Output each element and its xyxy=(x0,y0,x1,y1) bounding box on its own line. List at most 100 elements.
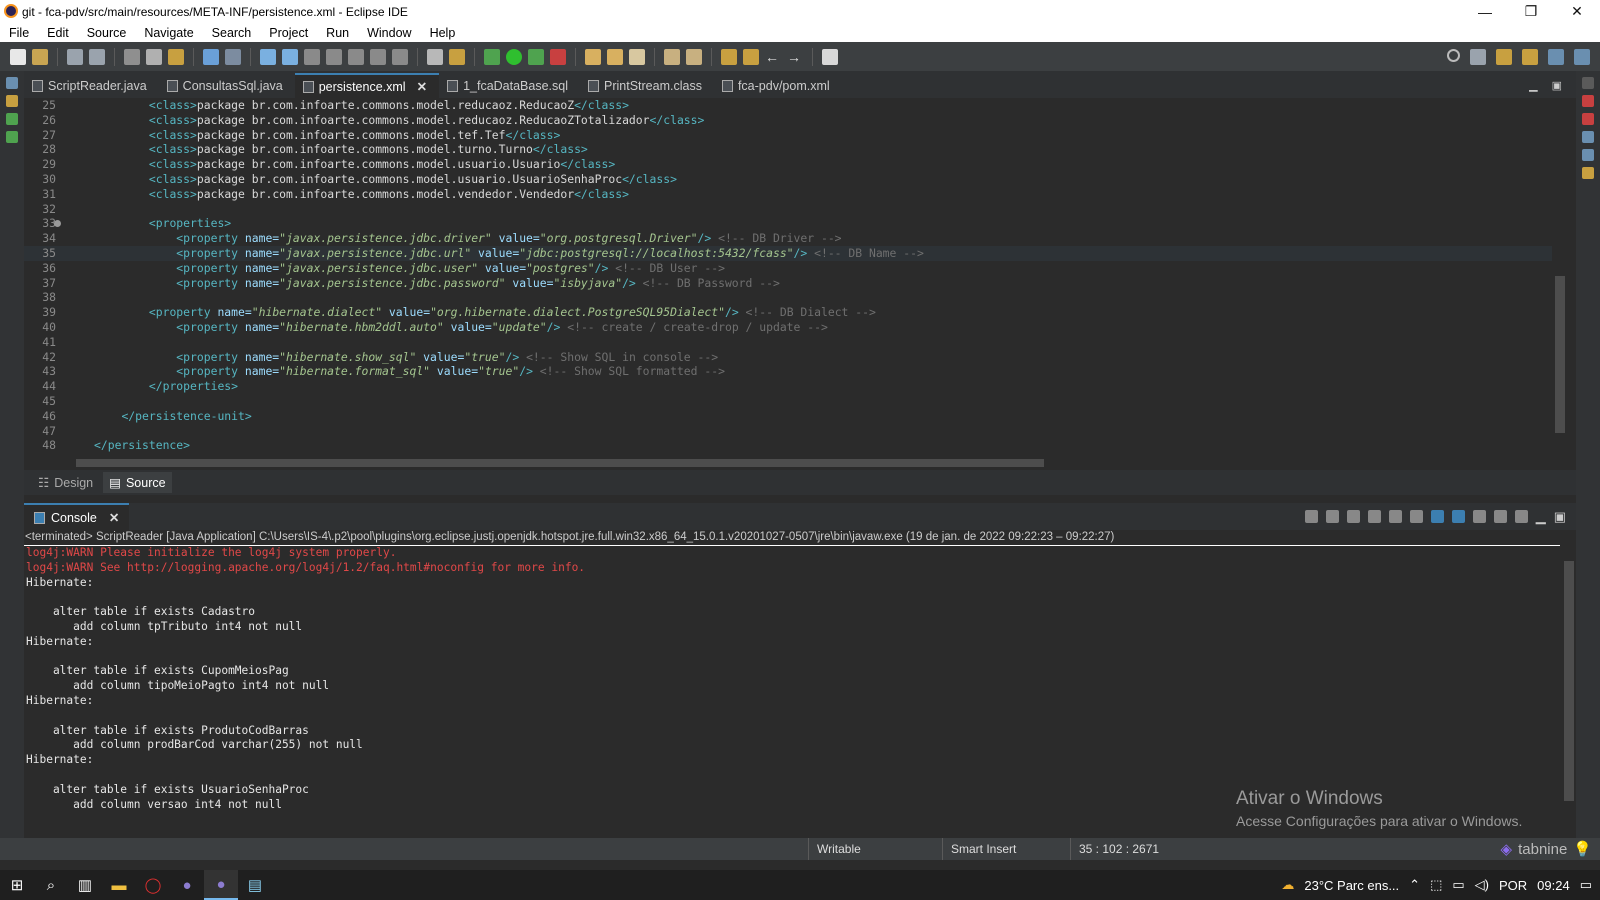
scroll-thumb[interactable] xyxy=(1564,561,1574,801)
code-line[interactable]: 27 <class>package br.com.infoarte.common… xyxy=(24,128,1552,143)
forward-edit-icon[interactable] xyxy=(743,48,759,65)
show-on-stdout-icon[interactable] xyxy=(1430,510,1444,523)
code-line[interactable]: 44 </properties> xyxy=(24,379,1552,394)
tabnine-label[interactable]: tabnine xyxy=(1518,841,1567,858)
clear-console-icon[interactable] xyxy=(1367,510,1381,523)
volume-icon[interactable]: ◁) xyxy=(1475,877,1489,893)
save-icon[interactable] xyxy=(67,48,83,65)
opera-icon[interactable]: ◯ xyxy=(136,870,170,900)
step-over-icon[interactable] xyxy=(370,48,386,65)
resume-icon[interactable] xyxy=(260,48,276,65)
tab-scriptreader[interactable]: ScriptReader.java xyxy=(24,73,159,98)
tab-printstream-class[interactable]: PrintStream.class xyxy=(580,73,714,98)
clock[interactable]: 09:24 xyxy=(1537,878,1570,893)
search-icon[interactable]: ⌕ xyxy=(34,870,68,900)
tab-design[interactable]: ☷ Design xyxy=(32,472,99,493)
menu-edit[interactable]: Edit xyxy=(38,26,78,40)
terminate-icon[interactable] xyxy=(304,48,320,65)
close-window-button[interactable]: ✕ xyxy=(1554,0,1600,23)
restore-button[interactable]: ❐ xyxy=(1508,0,1554,23)
menu-run[interactable]: Run xyxy=(317,26,358,40)
new-icon[interactable] xyxy=(10,48,26,65)
pen-icon[interactable] xyxy=(629,48,645,65)
minimize-console-icon[interactable]: ▁ xyxy=(1536,509,1546,525)
package-explorer-icon[interactable] xyxy=(6,95,18,107)
restore-right-icon[interactable] xyxy=(1582,77,1594,89)
tab-persistence-xml[interactable]: persistence.xml ✕ xyxy=(294,73,440,98)
menu-project[interactable]: Project xyxy=(260,26,317,40)
block-icon[interactable] xyxy=(203,48,219,65)
code-line[interactable]: 37 <property name="javax.persistence.jdb… xyxy=(24,276,1552,291)
run-icon[interactable] xyxy=(506,48,522,65)
show-on-stderr-icon[interactable] xyxy=(1451,510,1465,523)
code-line[interactable]: 41 xyxy=(24,335,1552,350)
file-explorer-icon[interactable]: ▬ xyxy=(102,870,136,900)
code-line[interactable]: 34 <property name="javax.persistence.jdb… xyxy=(24,231,1552,246)
weather-icon[interactable]: ☁ xyxy=(1281,877,1294,893)
code-line[interactable]: 36 <property name="javax.persistence.jdb… xyxy=(24,261,1552,276)
code-line[interactable]: 46 </persistence-unit> xyxy=(24,409,1552,424)
menu-help[interactable]: Help xyxy=(421,26,465,40)
new-package-icon[interactable] xyxy=(607,48,623,65)
network-icon[interactable]: ▭ xyxy=(1452,877,1464,893)
menu-navigate[interactable]: Navigate xyxy=(135,26,202,40)
tab-fcadatabase-sql[interactable]: 1_fcaDataBase.sql xyxy=(439,73,580,98)
editor-horizontal-scrollbar[interactable] xyxy=(60,456,1552,470)
javadoc-icon[interactable] xyxy=(1582,113,1594,125)
next-annotation-icon[interactable] xyxy=(664,48,680,65)
last-edit-icon[interactable] xyxy=(721,48,737,65)
code-line[interactable]: 42 <property name="hibernate.show_sql" v… xyxy=(24,350,1552,365)
code-line[interactable]: 31 <class>package br.com.infoarte.common… xyxy=(24,187,1552,202)
git-perspective-icon[interactable] xyxy=(1574,48,1590,65)
remove-launch-icon[interactable] xyxy=(1325,510,1339,523)
pin-editor-icon[interactable] xyxy=(822,48,838,65)
back-icon[interactable]: ← xyxy=(765,49,781,65)
start-icon[interactable]: ⊞ xyxy=(0,870,34,900)
prev-annotation-icon[interactable] xyxy=(686,48,702,65)
menu-source[interactable]: Source xyxy=(78,26,136,40)
problems-icon[interactable] xyxy=(1582,95,1594,107)
drop-frame-icon[interactable] xyxy=(427,48,443,65)
progress-icon[interactable] xyxy=(1582,149,1594,161)
terminate-icon[interactable] xyxy=(1304,510,1318,523)
suspend-icon[interactable] xyxy=(282,48,298,65)
code-line[interactable]: 35 <property name="javax.persistence.jdb… xyxy=(24,245,1552,261)
meet-icon[interactable]: ⬚ xyxy=(1430,877,1442,893)
code-line[interactable]: 43 <property name="hibernate.format_sql"… xyxy=(24,364,1552,379)
code-line[interactable]: 48 </persistence> xyxy=(24,438,1552,453)
outline-icon[interactable] xyxy=(6,113,18,125)
code-line[interactable]: 33 <properties> xyxy=(24,216,1552,231)
tab-pom-xml[interactable]: fca-pdv/pom.xml xyxy=(714,73,842,98)
code-line[interactable]: 25 <class>package br.com.infoarte.common… xyxy=(24,98,1552,113)
close-tab-icon[interactable]: ✕ xyxy=(417,79,427,94)
forward-icon[interactable]: → xyxy=(787,49,803,65)
word-wrap-icon[interactable] xyxy=(1409,510,1423,523)
tabnine-icon[interactable]: ◈ xyxy=(1501,840,1513,858)
external-tools-icon[interactable] xyxy=(550,48,566,65)
tasks-icon[interactable] xyxy=(1582,167,1594,179)
eclipse-active-icon[interactable]: ● xyxy=(204,870,238,900)
java-ee-perspective-icon[interactable] xyxy=(1496,48,1512,65)
notepad-icon[interactable]: ▤ xyxy=(238,870,272,900)
code-line[interactable]: 30 <class>package br.com.infoarte.common… xyxy=(24,172,1552,187)
debug-perspective-icon[interactable] xyxy=(1548,48,1564,65)
toggle-icon[interactable] xyxy=(146,48,162,65)
search-icon[interactable] xyxy=(1447,48,1460,62)
new-java-project-icon[interactable] xyxy=(585,48,601,65)
mark-icon[interactable] xyxy=(168,48,184,65)
console-output[interactable]: log4j:WARN Please initialize the log4j s… xyxy=(24,545,1560,817)
menu-file[interactable]: File xyxy=(0,26,38,40)
open-icon[interactable] xyxy=(32,48,48,65)
fold-icon[interactable] xyxy=(54,220,61,228)
tab-source[interactable]: ▤ Source xyxy=(103,472,172,493)
tab-consultassql[interactable]: ConsultasSql.java xyxy=(159,73,295,98)
language-indicator[interactable]: POR xyxy=(1499,878,1527,893)
code-line[interactable]: 32 xyxy=(24,202,1552,217)
code-line[interactable]: 26 <class>package br.com.infoarte.common… xyxy=(24,113,1552,128)
notifications-icon[interactable]: ▭ xyxy=(1580,877,1592,893)
open-perspective-icon[interactable] xyxy=(1470,48,1486,65)
display-console-icon[interactable] xyxy=(1493,510,1507,523)
code-line[interactable]: 47 xyxy=(24,424,1552,439)
coverage-icon[interactable] xyxy=(528,48,544,65)
scroll-thumb[interactable] xyxy=(76,459,1044,467)
